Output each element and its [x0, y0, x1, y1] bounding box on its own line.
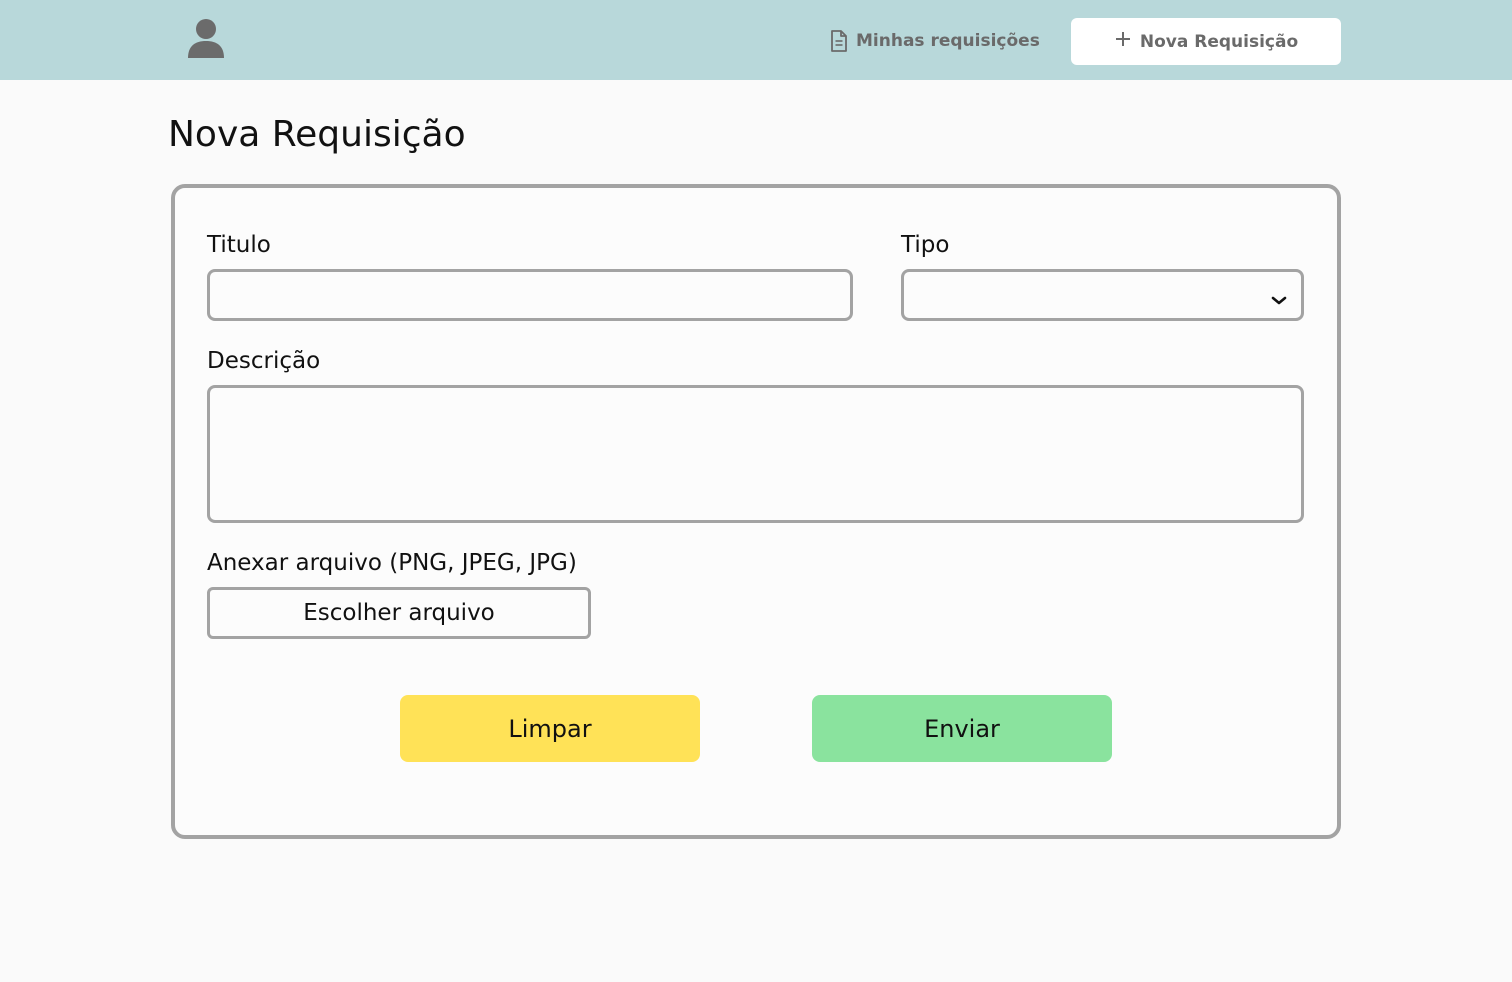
submit-button-label: Enviar	[924, 714, 1000, 743]
title-label: Titulo	[207, 232, 271, 258]
new-request-button[interactable]: Nova Requisição	[1071, 18, 1341, 65]
description-textarea[interactable]	[207, 385, 1304, 523]
chevron-down-icon	[1271, 290, 1287, 305]
top-bar: Minhas requisições Nova Requisição	[0, 0, 1512, 80]
attachment-label: Anexar arquivo (PNG, JPEG, JPG)	[207, 550, 577, 576]
title-input[interactable]	[207, 269, 853, 321]
nav-my-requests-label: Minhas requisições	[856, 31, 1040, 51]
type-select[interactable]	[901, 269, 1304, 321]
clear-button[interactable]: Limpar	[400, 695, 700, 762]
submit-button[interactable]: Enviar	[812, 695, 1112, 762]
new-request-label: Nova Requisição	[1139, 31, 1299, 52]
request-form-card: Titulo Tipo Descrição Anexar arquivo (PN…	[171, 184, 1341, 839]
page-title: Nova Requisição	[168, 114, 466, 155]
plus-icon	[1114, 30, 1132, 53]
document-icon	[830, 30, 848, 52]
nav-my-requests-link[interactable]: Minhas requisições	[830, 28, 1040, 54]
choose-file-label: Escolher arquivo	[303, 600, 495, 626]
clear-button-label: Limpar	[508, 714, 592, 743]
description-label: Descrição	[207, 348, 321, 374]
user-icon[interactable]	[186, 18, 226, 60]
choose-file-button[interactable]: Escolher arquivo	[207, 587, 591, 639]
type-label: Tipo	[901, 232, 950, 258]
